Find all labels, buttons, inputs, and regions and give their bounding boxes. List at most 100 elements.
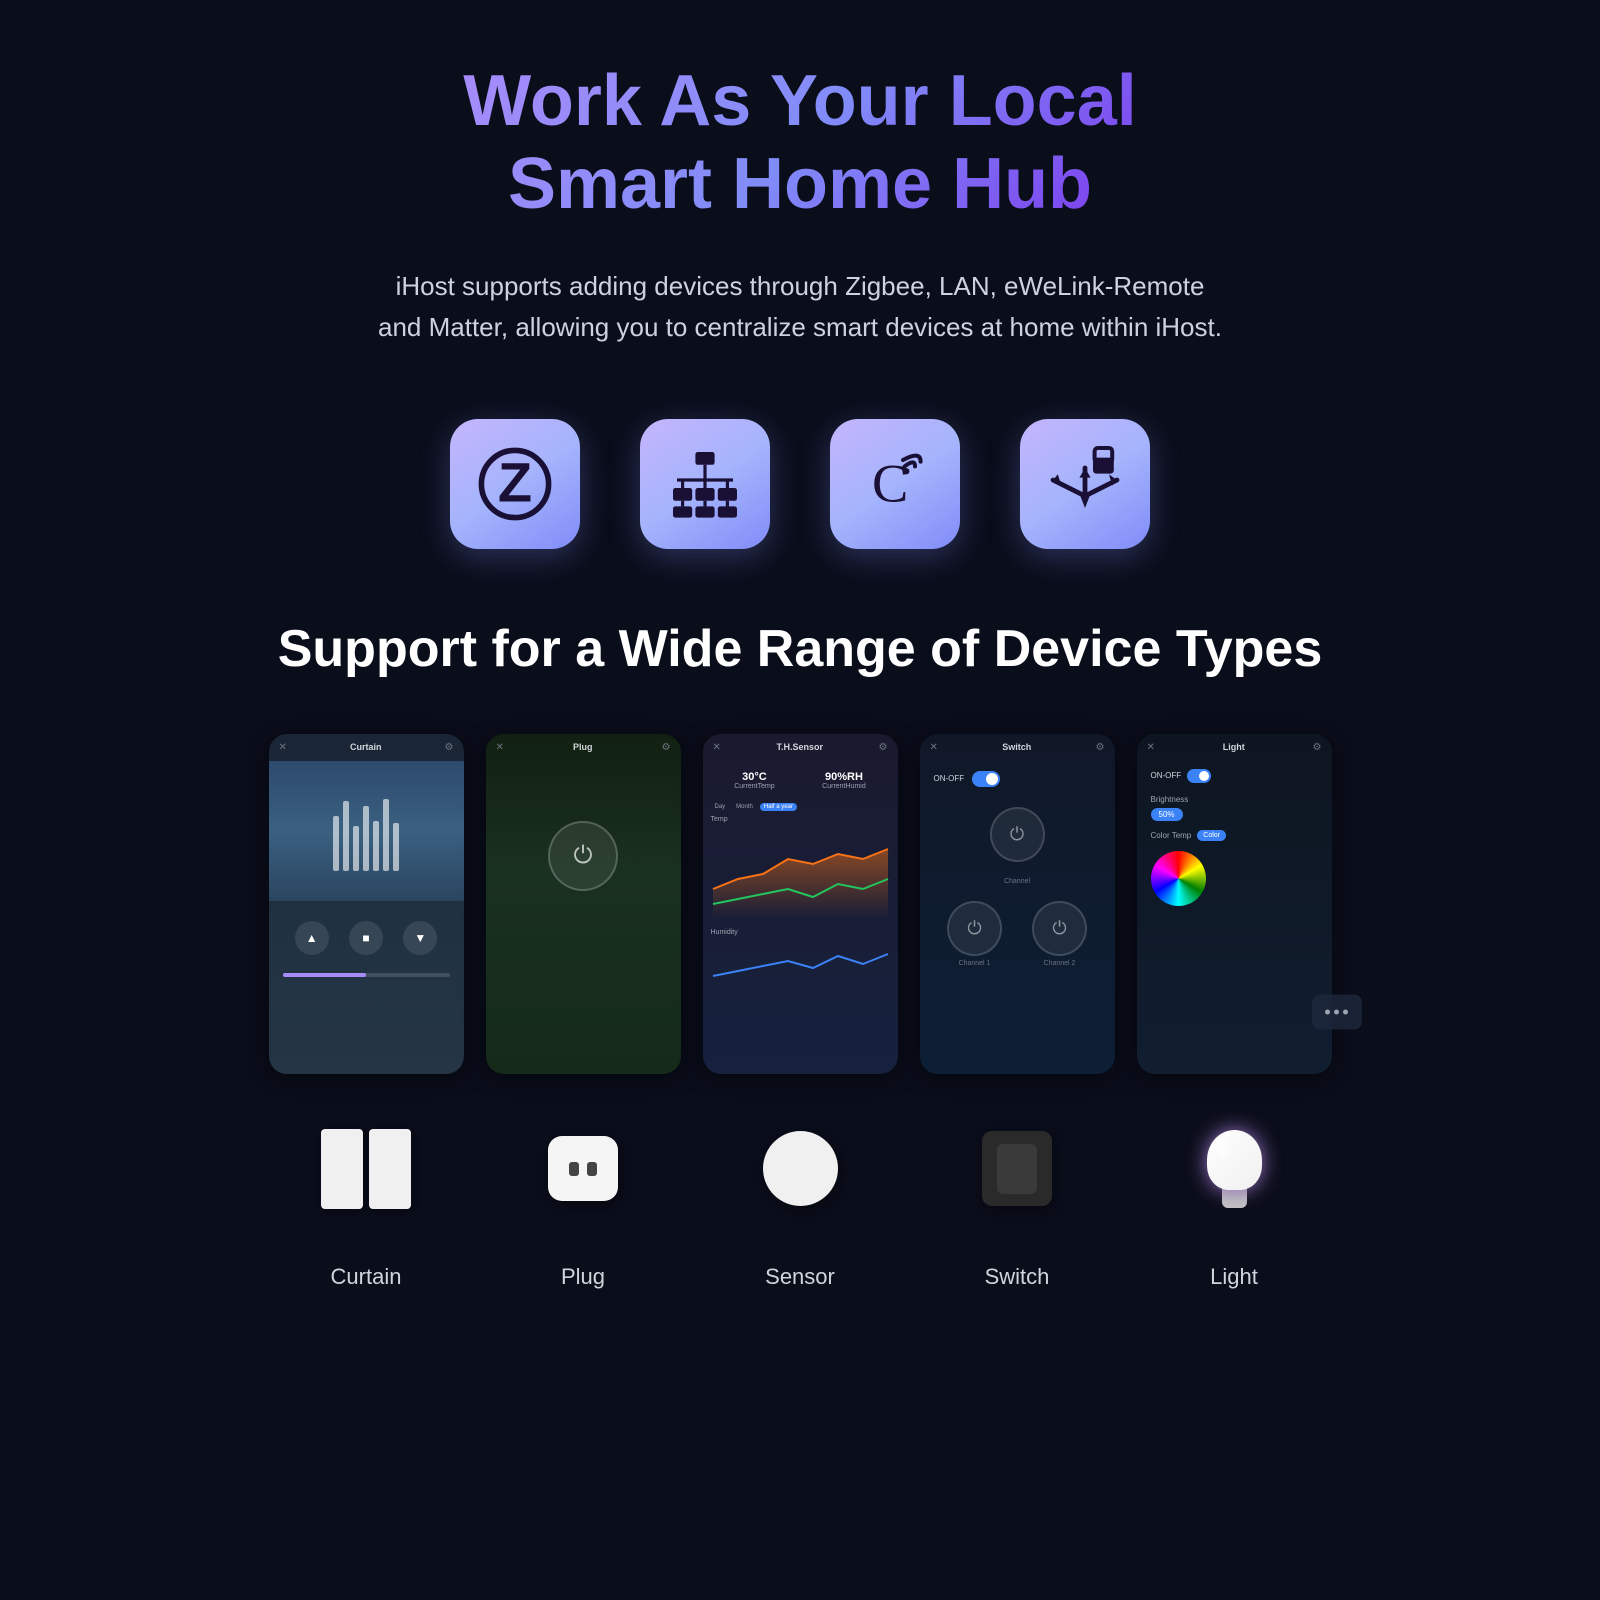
switch-channel2-btn: ⏻ bbox=[1032, 901, 1087, 956]
sensor-gear-icon: ⚙ bbox=[879, 742, 888, 753]
sensor-temp-item: 30°C CurrentTemp bbox=[734, 771, 774, 790]
curtain-screen-header: ✕ Curtain ⚙ bbox=[269, 734, 464, 761]
curtain-image-area bbox=[269, 761, 464, 901]
curtain-stop-btn: ■ bbox=[349, 921, 383, 955]
light-color-wheel bbox=[1151, 851, 1206, 906]
sensor-image bbox=[763, 1104, 838, 1234]
sensor-device-icon bbox=[763, 1131, 838, 1206]
plug-hole-left bbox=[569, 1162, 579, 1176]
curtain-device-icon bbox=[321, 1129, 411, 1209]
matter-icon bbox=[1020, 419, 1150, 549]
lan-icon bbox=[640, 419, 770, 549]
light-screen-title: Light bbox=[1223, 742, 1245, 752]
curtain-up-btn: ▲ bbox=[295, 921, 329, 955]
sensor-label: Sensor bbox=[765, 1264, 835, 1290]
dot1 bbox=[1325, 1009, 1330, 1014]
switch-image bbox=[982, 1104, 1052, 1234]
light-screen-header: ✕ Light ⚙ bbox=[1137, 734, 1332, 761]
light-close-icon: ✕ bbox=[1147, 742, 1155, 753]
plug-hole-right bbox=[587, 1162, 597, 1176]
switch-close-icon: ✕ bbox=[930, 742, 938, 753]
plug-device-icon bbox=[548, 1136, 618, 1201]
switch-onoff-row: ON-OFF bbox=[920, 761, 1115, 797]
curtain-down-btn: ▼ bbox=[403, 921, 437, 955]
switch-screen: ✕ Switch ⚙ ON-OFF ⏻ Channel ⏻ Channel 1 bbox=[920, 734, 1115, 1074]
plug-holes bbox=[569, 1162, 597, 1176]
sensor-data-row: 30°C CurrentTemp 90%RH CurrentHumid bbox=[703, 761, 898, 800]
sensor-humidity-value: 90%RH bbox=[822, 771, 866, 783]
light-gear-icon: ⚙ bbox=[1313, 742, 1322, 753]
sensor-temp-value: 30°C bbox=[734, 771, 774, 783]
page-title: Work As Your Local Smart Home Hub bbox=[463, 60, 1137, 226]
light-label: Light bbox=[1210, 1264, 1258, 1290]
device-col-curtain: ✕ Curtain ⚙ ▲ bbox=[269, 734, 464, 1290]
devices-section: ✕ Curtain ⚙ ▲ bbox=[0, 734, 1600, 1290]
switch-button-rect bbox=[997, 1144, 1037, 1194]
page-subtitle: iHost supports adding devices through Zi… bbox=[375, 266, 1225, 349]
dot3 bbox=[1343, 1009, 1348, 1014]
sensor-humidity-chart-label: Humidity bbox=[711, 929, 890, 936]
section-title: Support for a Wide Range of Device Types bbox=[278, 619, 1323, 679]
bulb-globe bbox=[1207, 1130, 1262, 1190]
sensor-screen-header: ✕ T.H.Sensor ⚙ bbox=[703, 734, 898, 761]
light-brightness: Brightness 50% bbox=[1137, 791, 1332, 826]
plug-power-area: ⏻ bbox=[486, 821, 681, 891]
switch-channel1-label: Channel 1 bbox=[959, 960, 991, 967]
light-toggle bbox=[1187, 769, 1211, 783]
switch-channel-pair: ⏻ Channel 1 ⏻ Channel 2 bbox=[947, 901, 1087, 967]
sensor-temp-label: CurrentTemp bbox=[734, 783, 774, 790]
switch-channel2-label: Channel 2 bbox=[1044, 960, 1076, 967]
plug-screen: ✕ Plug ⚙ ⏻ bbox=[486, 734, 681, 1074]
plug-close-icon: ✕ bbox=[496, 742, 504, 753]
switch-onoff-label: ON-OFF bbox=[934, 774, 965, 783]
device-col-light: ✕ Light ⚙ ON-OFF Brightness 50% Color Te… bbox=[1137, 734, 1332, 1290]
switch-device-icon bbox=[982, 1131, 1052, 1206]
plug-screen-title: Plug bbox=[573, 742, 593, 752]
device-col-plug: ✕ Plug ⚙ ⏻ Plug bbox=[486, 734, 681, 1290]
light-color-temp-row: Color Temp Color bbox=[1137, 826, 1332, 845]
curtain-controls: ▲ ■ ▼ bbox=[269, 909, 464, 967]
sensor-humidity-section: Humidity bbox=[703, 925, 898, 995]
switch-screen-title: Switch bbox=[1002, 742, 1031, 752]
curtain-progress bbox=[269, 967, 464, 983]
sensor-humidity-item: 90%RH CurrentHumid bbox=[822, 771, 866, 790]
light-device-icon bbox=[1207, 1130, 1262, 1208]
brightness-value: 50% bbox=[1151, 808, 1183, 821]
more-items-indicator bbox=[1312, 994, 1362, 1029]
switch-label: Switch bbox=[985, 1264, 1050, 1290]
light-onoff-label: ON-OFF bbox=[1151, 771, 1182, 780]
zigbee-icon: Z bbox=[450, 419, 580, 549]
ewelink-icon: C bbox=[830, 419, 960, 549]
curtain-label: Curtain bbox=[331, 1264, 402, 1290]
curtain-lines bbox=[333, 791, 399, 871]
sensor-close-icon: ✕ bbox=[713, 742, 721, 753]
color-temp-btn: Color bbox=[1197, 830, 1226, 841]
switch-channel-main-label: Channel bbox=[1004, 878, 1030, 885]
curtain-gear-icon: ⚙ bbox=[445, 742, 454, 753]
sensor-screen: ✕ T.H.Sensor ⚙ 30°C CurrentTemp 90%RH Cu… bbox=[703, 734, 898, 1074]
sensor-chart-label: Temp bbox=[703, 814, 898, 825]
curtain-close-icon: ✕ bbox=[279, 742, 287, 753]
color-temp-label: Color Temp bbox=[1151, 831, 1192, 840]
sensor-chart bbox=[703, 825, 898, 925]
device-col-switch: ✕ Switch ⚙ ON-OFF ⏻ Channel ⏻ Channel 1 bbox=[920, 734, 1115, 1290]
plug-screen-header: ✕ Plug ⚙ bbox=[486, 734, 681, 761]
curtain-screen-title: Curtain bbox=[350, 742, 382, 752]
plug-gear-icon: ⚙ bbox=[662, 742, 671, 753]
brightness-label: Brightness bbox=[1151, 795, 1318, 804]
sensor-tab-row: Day Month Half a year bbox=[703, 800, 898, 814]
switch-toggle bbox=[972, 771, 1000, 787]
plug-power-btn: ⏻ bbox=[548, 821, 618, 891]
plug-image bbox=[548, 1104, 618, 1234]
curtain-image bbox=[321, 1104, 411, 1234]
sensor-screen-title: T.H.Sensor bbox=[776, 742, 823, 752]
switch-gear-icon: ⚙ bbox=[1096, 742, 1105, 753]
device-col-sensor: ✕ T.H.Sensor ⚙ 30°C CurrentTemp 90%RH Cu… bbox=[703, 734, 898, 1290]
protocols-row: Z C bbox=[450, 419, 1150, 549]
svg-text:C: C bbox=[872, 453, 908, 513]
curtain-screen: ✕ Curtain ⚙ ▲ bbox=[269, 734, 464, 1074]
dot2 bbox=[1334, 1009, 1339, 1014]
svg-text:Z: Z bbox=[498, 450, 532, 513]
switch-channel-main-btn: ⏻ bbox=[990, 807, 1045, 862]
switch-channel1-btn: ⏻ bbox=[947, 901, 1002, 956]
